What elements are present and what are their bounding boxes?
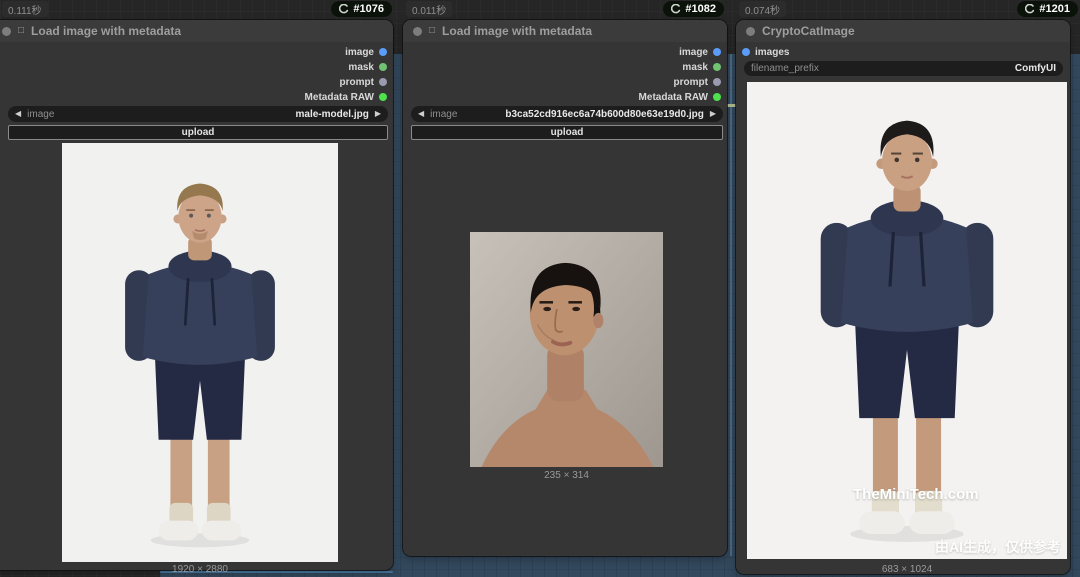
output-socket-image-icon[interactable] xyxy=(379,48,387,56)
ai-generated-disclaimer: 由AI生成，仅供参考 xyxy=(935,537,1061,557)
combo-label: image xyxy=(27,109,54,120)
widget-label: filename_prefix xyxy=(751,63,819,74)
node-id-badge-icon xyxy=(339,4,349,14)
combo-label: image xyxy=(430,109,457,120)
execution-time-text: 0.111秒 xyxy=(8,2,42,17)
image-dimensions-caption: 235 × 314 xyxy=(470,470,663,481)
combo-prev-icon[interactable]: ◀ xyxy=(15,110,21,118)
upload-button-label: upload xyxy=(182,127,215,138)
preview-image-generated-model: TheMiniTech.com 由AI生成，仅供参考 xyxy=(747,82,1067,559)
node-title: Load image with metadata xyxy=(442,24,592,38)
execution-time-badge: 0.074秒 xyxy=(739,1,786,17)
node-id-text: #1076 xyxy=(353,3,384,15)
execution-time-badge: 0.111秒 xyxy=(2,1,48,17)
node-id-badge: #1082 xyxy=(663,1,724,17)
output-socket-metadata-icon[interactable] xyxy=(713,93,721,101)
collapse-dot-icon[interactable] xyxy=(413,27,422,36)
output-label: prompt xyxy=(674,77,708,88)
image-combo-widget[interactable]: ◀ image male-model.jpg ▶ xyxy=(8,106,388,122)
combo-next-icon[interactable]: ▶ xyxy=(710,110,716,118)
output-label: Metadata RAW xyxy=(639,92,708,103)
output-prompt[interactable]: prompt xyxy=(674,75,721,89)
headshot-illustration xyxy=(470,232,663,467)
output-mask[interactable]: mask xyxy=(348,60,387,74)
collapse-dot-icon[interactable] xyxy=(746,27,755,36)
output-socket-prompt-icon[interactable] xyxy=(379,78,387,86)
execution-time-text: 0.011秒 xyxy=(412,2,446,17)
input-label: images xyxy=(755,47,789,58)
filename-prefix-widget[interactable]: filename_prefix ComfyUI xyxy=(744,61,1063,76)
node-load-image-1[interactable]: 0.111秒 #1076 □ Load image with metadata … xyxy=(0,20,393,570)
node-title-bar[interactable]: CryptoCatImage xyxy=(736,20,1070,42)
output-image[interactable]: image xyxy=(679,45,721,59)
image-combo-widget[interactable]: ◀ image b3ca52cd916ec6a74b600d80e63e19d0… xyxy=(411,106,723,122)
upload-button-label: upload xyxy=(551,127,584,138)
image-dimensions-caption: 683 × 1024 xyxy=(747,564,1067,575)
combo-prev-icon[interactable]: ◀ xyxy=(418,110,424,118)
combo-value: male-model.jpg xyxy=(295,109,368,120)
output-socket-prompt-icon[interactable] xyxy=(713,78,721,86)
model-photo-illustration xyxy=(62,143,338,562)
title-box-icon: □ xyxy=(429,26,435,36)
preview-image-male-model xyxy=(62,143,338,562)
execution-time-badge: 0.011秒 xyxy=(406,1,452,17)
output-mask[interactable]: mask xyxy=(682,60,721,74)
output-label: Metadata RAW xyxy=(305,92,374,103)
output-socket-mask-icon[interactable] xyxy=(713,63,721,71)
site-watermark: TheMiniTech.com xyxy=(853,486,979,503)
node-load-image-2[interactable]: 0.011秒 #1082 □ Load image with metadata … xyxy=(403,20,727,556)
output-label: image xyxy=(345,47,374,58)
output-metadata-raw[interactable]: Metadata RAW xyxy=(305,90,387,104)
output-label: mask xyxy=(682,62,708,73)
input-images[interactable]: images xyxy=(742,45,789,59)
link-wire-vertical xyxy=(730,54,732,556)
node-id-badge-icon xyxy=(671,4,681,14)
output-prompt[interactable]: prompt xyxy=(340,75,387,89)
node-title-bar[interactable]: □ Load image with metadata xyxy=(403,20,727,42)
output-label: image xyxy=(679,47,708,58)
output-metadata-raw[interactable]: Metadata RAW xyxy=(639,90,721,104)
collapse-dot-icon[interactable] xyxy=(2,27,11,36)
output-label: prompt xyxy=(340,77,374,88)
node-id-badge: #1076 xyxy=(331,1,392,17)
upload-button[interactable]: upload xyxy=(411,125,723,140)
upload-button[interactable]: upload xyxy=(8,125,388,140)
node-title-bar[interactable]: □ Load image with metadata xyxy=(0,20,393,42)
image-dimensions-caption: 1920 × 2880 xyxy=(62,564,338,575)
output-label: mask xyxy=(348,62,374,73)
widget-value: ComfyUI xyxy=(1015,63,1056,74)
input-socket-images-icon[interactable] xyxy=(742,48,750,56)
node-id-text: #1201 xyxy=(1039,3,1070,15)
node-title: Load image with metadata xyxy=(31,24,181,38)
node-id-badge-icon xyxy=(1025,4,1035,14)
output-socket-metadata-icon[interactable] xyxy=(379,93,387,101)
node-id-text: #1082 xyxy=(685,3,716,15)
node-id-badge: #1201 xyxy=(1017,1,1078,17)
output-image[interactable]: image xyxy=(345,45,387,59)
preview-image-headshot xyxy=(470,232,663,467)
output-socket-image-icon[interactable] xyxy=(713,48,721,56)
node-title: CryptoCatImage xyxy=(762,24,855,38)
title-box-icon: □ xyxy=(18,26,24,36)
execution-time-text: 0.074秒 xyxy=(745,2,780,17)
combo-next-icon[interactable]: ▶ xyxy=(375,110,381,118)
node-cryptocatimage[interactable]: 0.074秒 #1201 CryptoCatImage images filen… xyxy=(736,20,1070,574)
output-socket-mask-icon[interactable] xyxy=(379,63,387,71)
combo-value: b3ca52cd916ec6a74b600d80e63e19d0.jpg xyxy=(505,109,703,120)
